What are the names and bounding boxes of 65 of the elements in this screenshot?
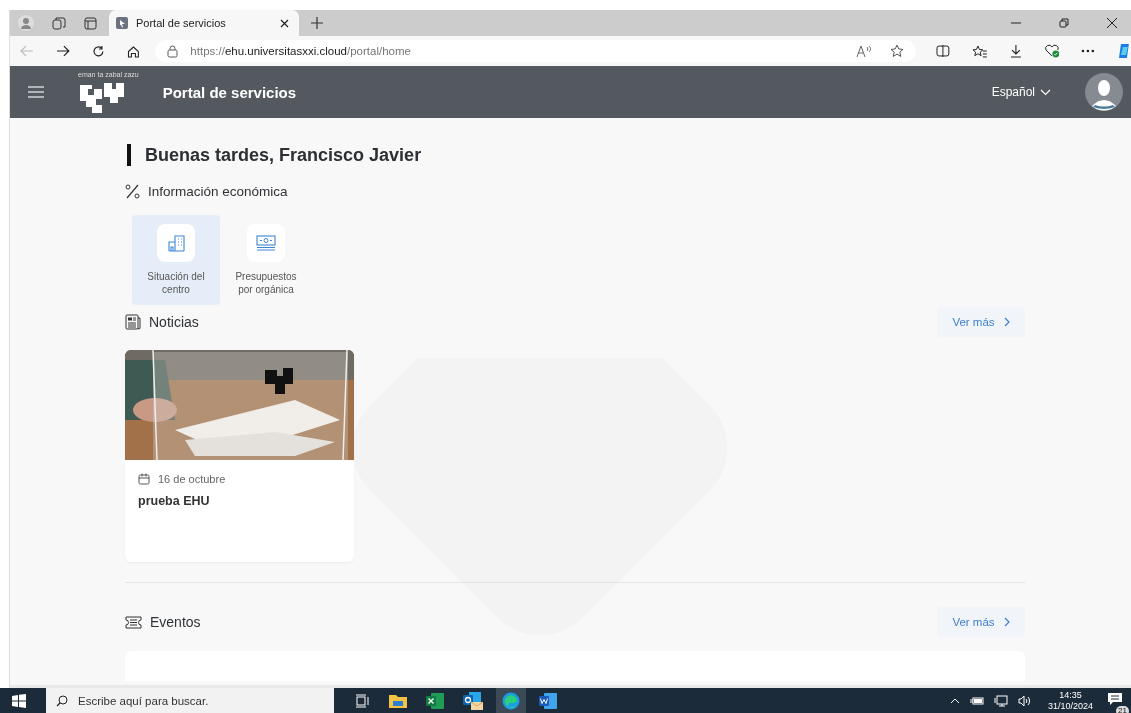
section-title: Noticias <box>149 314 199 330</box>
news-card[interactable]: 16 de octubre prueba EHU <box>125 350 354 562</box>
health-icon[interactable] <box>1043 44 1060 58</box>
collections-icon[interactable] <box>52 16 66 30</box>
close-icon[interactable] <box>1107 18 1117 28</box>
url-text: https://ehu.universitasxxi.cloud/portal/home <box>190 45 411 57</box>
network-icon[interactable] <box>993 694 1008 707</box>
notifications-icon[interactable] <box>1107 691 1123 706</box>
avatar-icon[interactable] <box>1085 73 1123 111</box>
search-field[interactable]: Escribe aquí para buscar. <box>46 688 334 713</box>
windows-start-icon[interactable] <box>12 693 26 708</box>
star-icon[interactable] <box>890 44 905 58</box>
search-icon <box>56 694 68 707</box>
calendar-icon <box>138 473 150 485</box>
see-more-button[interactable]: Ver más <box>937 307 1025 337</box>
forward-icon[interactable] <box>55 45 70 57</box>
notification-count: 21 <box>1116 705 1129 713</box>
home-icon[interactable] <box>126 44 140 58</box>
news-date: 16 de octubre <box>158 473 226 485</box>
spreadsheet-app-icon[interactable] <box>426 692 444 709</box>
tab-title: Portal de servicios <box>136 17 227 29</box>
news-title: prueba EHU <box>138 494 211 508</box>
copilot-icon[interactable] <box>1117 43 1131 59</box>
banknote-icon <box>256 235 276 251</box>
newspaper-icon <box>125 314 141 330</box>
chevron-down-icon <box>1040 88 1051 96</box>
building-icon <box>167 234 185 252</box>
tab-actions-icon[interactable] <box>84 16 97 30</box>
profile-icon[interactable] <box>18 15 34 31</box>
lock-icon <box>167 44 179 58</box>
more-icon[interactable] <box>1081 49 1096 53</box>
new-tab-icon[interactable] <box>311 17 323 29</box>
chevron-right-icon <box>1003 617 1010 627</box>
favorites-icon[interactable] <box>971 44 988 58</box>
volume-icon[interactable] <box>1017 694 1032 707</box>
split-screen-icon[interactable] <box>936 45 950 57</box>
folder-icon[interactable] <box>389 693 407 708</box>
section-title: Eventos <box>150 614 201 630</box>
page-icon <box>116 17 128 29</box>
read-aloud-icon[interactable] <box>856 44 873 58</box>
app-title: Portal de servicios <box>162 83 297 101</box>
browser-tab[interactable]: Portal de servicios <box>109 10 299 36</box>
restore-icon[interactable] <box>1059 18 1069 28</box>
percent-icon <box>125 184 140 199</box>
ticket-icon <box>125 615 142 629</box>
clock-date[interactable]: 31/10/2024 <box>1047 701 1093 712</box>
battery-icon[interactable] <box>969 695 984 706</box>
address-field[interactable]: https://ehu.universitasxxi.cloud/portal/home <box>155 40 917 62</box>
task-view-icon[interactable] <box>356 693 370 708</box>
shortcut-tile[interactable]: Presupuestos por orgánica <box>222 215 310 305</box>
caret-icon[interactable] <box>949 697 960 704</box>
clock-time[interactable]: 14:35 <box>1059 690 1082 701</box>
close-icon[interactable] <box>280 18 289 28</box>
mail-app-icon[interactable] <box>463 691 483 710</box>
see-more-button[interactable]: Ver más <box>937 607 1025 637</box>
menu-icon[interactable] <box>28 86 44 98</box>
section-title: Información económica <box>148 184 288 199</box>
language-selector[interactable]: Español <box>991 85 1051 99</box>
refresh-icon[interactable] <box>91 44 105 58</box>
chevron-right-icon <box>1003 317 1010 327</box>
greeting-heading: Buenas tardes, Francisco Javier <box>127 144 1025 166</box>
browser-app-icon[interactable] <box>502 691 520 710</box>
shortcut-tile[interactable]: Situación del centro <box>132 215 220 305</box>
download-icon[interactable] <box>1009 44 1022 58</box>
word-app-icon[interactable] <box>539 692 557 709</box>
